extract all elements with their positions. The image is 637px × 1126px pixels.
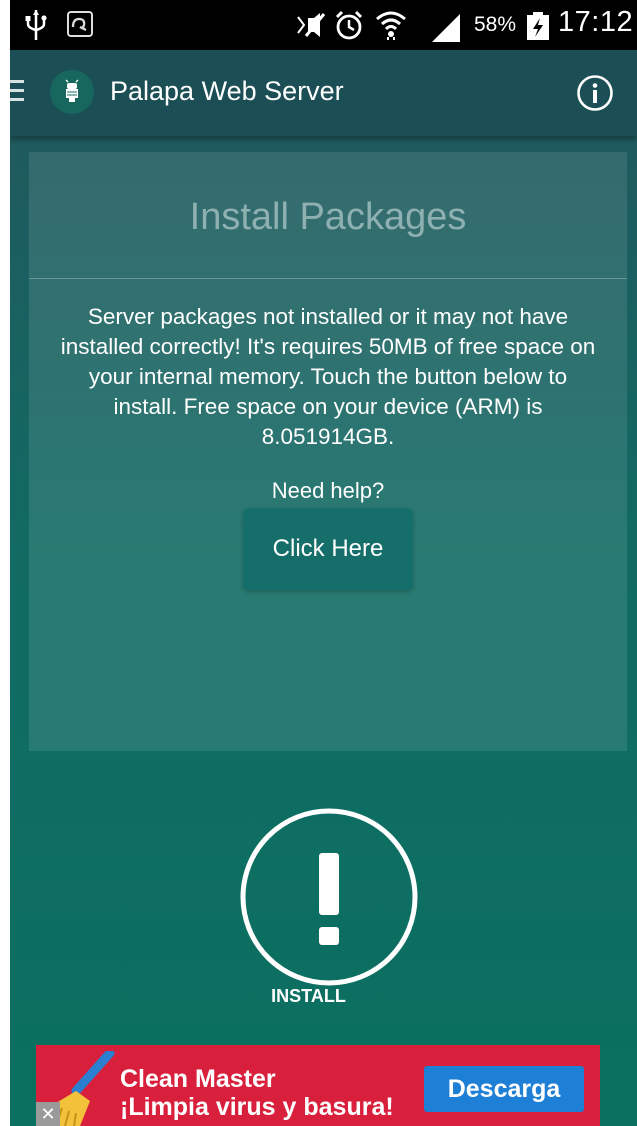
app-screen: 58% 17:12 Palapa Web Server Install Pack…	[10, 0, 637, 1126]
app-logo-icon[interactable]	[50, 70, 94, 114]
install-label[interactable]: INSTALL	[0, 986, 627, 1007]
ad-title: Clean Master	[120, 1065, 276, 1093]
menu-icon[interactable]	[10, 80, 24, 104]
app-bar: Palapa Web Server	[10, 50, 637, 136]
need-help-text: Need help?	[271, 478, 385, 503]
usb-icon	[25, 10, 47, 40]
ad-subtitle: ¡Limpia virus y basura!	[120, 1093, 394, 1121]
signal-icon	[432, 14, 460, 42]
info-icon[interactable]	[576, 74, 614, 112]
card-divider	[29, 278, 627, 279]
ad-download-button[interactable]: Descarga	[424, 1066, 584, 1112]
app-notification-icon	[67, 11, 93, 37]
install-packages-card: Install Packages Server packages not ins…	[29, 152, 627, 751]
mute-icon	[297, 13, 326, 37]
app-title: Palapa Web Server	[110, 76, 344, 106]
ad-banner[interactable]: Clean Master ¡Limpia virus y basura! Des…	[36, 1045, 600, 1126]
wifi-icon	[376, 11, 406, 40]
battery-percent: 58%	[474, 13, 517, 36]
card-message: Server packages not installed or it may …	[60, 304, 596, 449]
alarm-icon	[335, 10, 363, 40]
click-here-button[interactable]: Click Here	[243, 508, 413, 590]
battery-charging-icon	[527, 12, 549, 40]
clock: 17:12	[558, 6, 634, 38]
ad-close-button[interactable]: ✕	[36, 1102, 60, 1126]
exclamation-circle-icon[interactable]	[239, 807, 419, 987]
card-title: Install Packages	[189, 196, 467, 238]
status-bar: 58% 17:12	[10, 0, 637, 50]
